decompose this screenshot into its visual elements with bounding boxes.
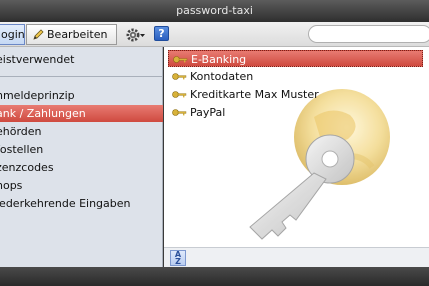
window-titlebar: password-taxi (0, 0, 429, 22)
list-item[interactable]: Kontodaten (168, 68, 423, 85)
list-item[interactable]: PayPal (168, 104, 423, 121)
sidebar-item-label: eistverwendet (0, 53, 75, 66)
sidebar-item-label: hops (0, 179, 23, 192)
sidebar-item-label: ehörden (0, 125, 42, 138)
category-sidebar: eistverwendet nmeldeprinzip ank / Zahlun… (0, 47, 163, 267)
key-icon (172, 91, 187, 98)
search-input[interactable] (308, 25, 429, 43)
sidebar-item-anmeldeprinzip[interactable]: nmeldeprinzip (0, 87, 163, 104)
sidebar-item-label: iederkehrende Eingaben (0, 197, 131, 210)
sidebar-item-label: fostellen (0, 143, 44, 156)
list-item-label: PayPal (190, 106, 226, 119)
help-label: ? (158, 27, 165, 40)
sidebar-item-bank-zahlungen[interactable]: ank / Zahlungen (0, 105, 163, 122)
sort-bottom-letter: Z (175, 257, 181, 266)
window-title: password-taxi (176, 4, 253, 17)
sidebar-item-infostellen[interactable]: fostellen (0, 141, 163, 158)
sidebar-item-wiederkehrende-eingaben[interactable]: iederkehrende Eingaben (0, 195, 163, 212)
sidebar-item-lizenzcodes[interactable]: zenzcodes (0, 159, 163, 176)
window-bottom-frame (0, 267, 429, 286)
key-icon (172, 73, 187, 80)
key-icon (172, 109, 187, 116)
sidebar-item-label: zenzcodes (0, 161, 54, 174)
toolbar: ogin Bearbeiten ? (0, 22, 429, 47)
edit-button[interactable]: Bearbeiten (26, 24, 117, 45)
list-item-label: Kreditkarte Max Muster (190, 88, 319, 101)
entry-list: E-Banking Kontodaten Kreditkarte Max Mus… (164, 47, 429, 247)
sidebar-item-label: ank / Zahlungen (0, 107, 86, 120)
key-icon (173, 56, 188, 63)
sidebar-divider (0, 76, 163, 77)
list-item[interactable]: E-Banking (168, 50, 423, 67)
status-bar: A Z (164, 247, 429, 267)
list-item-label: Kontodaten (190, 70, 254, 83)
sort-az-icon[interactable]: A Z (170, 250, 186, 266)
sidebar-item-label: nmeldeprinzip (0, 89, 75, 102)
help-icon[interactable]: ? (154, 26, 169, 41)
gear-icon[interactable] (124, 25, 146, 45)
sidebar-item-meistverwendet[interactable]: eistverwendet (0, 51, 163, 68)
edit-button-label: Bearbeiten (47, 28, 108, 41)
sidebar-item-shops[interactable]: hops (0, 177, 163, 194)
login-button[interactable]: ogin (0, 24, 25, 45)
login-button-label: ogin (1, 28, 25, 41)
pencil-icon (33, 29, 44, 40)
list-item[interactable]: Kreditkarte Max Muster (168, 86, 423, 103)
sidebar-item-behoerden[interactable]: ehörden (0, 123, 163, 140)
list-item-label: E-Banking (191, 53, 247, 66)
